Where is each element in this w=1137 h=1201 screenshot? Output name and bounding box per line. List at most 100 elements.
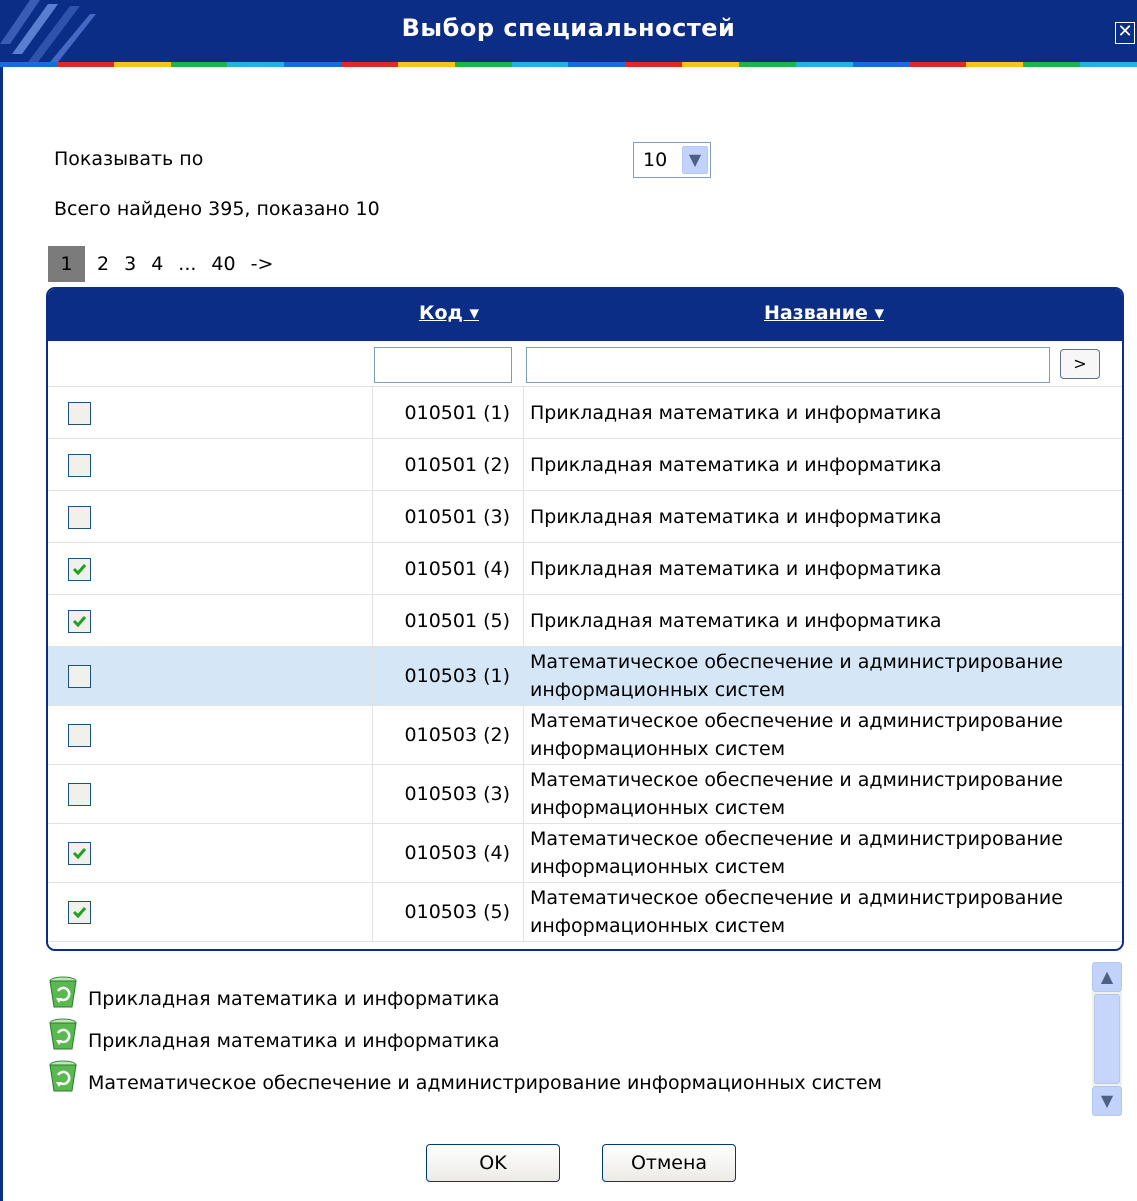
title-color-stripe bbox=[0, 62, 1137, 67]
checkbox-checked[interactable] bbox=[68, 842, 91, 865]
name-cell: Математическое обеспечение и администрир… bbox=[530, 769, 1063, 819]
page-link[interactable]: 3 bbox=[124, 253, 136, 275]
column-divider bbox=[523, 491, 524, 542]
column-divider bbox=[372, 595, 373, 646]
selected-list: Прикладная математика и информатика Прикл… bbox=[46, 968, 1086, 1118]
page-link-last[interactable]: 40 bbox=[211, 253, 235, 275]
table-row[interactable]: 010503 (5) Математическое обеспечение и а… bbox=[48, 883, 1122, 942]
code-cell: 010503 (2) bbox=[404, 724, 510, 746]
column-divider bbox=[372, 824, 373, 882]
selected-item-label: Прикладная математика и информатика bbox=[88, 988, 500, 1010]
column-divider bbox=[523, 824, 524, 882]
checkmark-icon bbox=[72, 848, 87, 860]
name-cell: Прикладная математика и информатика bbox=[530, 557, 942, 580]
table-row[interactable]: 010501 (3) Прикладная математика и информ… bbox=[48, 491, 1122, 543]
page-ellipsis: ... bbox=[178, 253, 197, 275]
code-filter-input[interactable] bbox=[374, 347, 512, 383]
page-link[interactable]: 2 bbox=[97, 253, 109, 275]
code-cell: 010501 (2) bbox=[404, 453, 510, 476]
page-next[interactable]: -> bbox=[251, 253, 274, 275]
page-size-label: Показывать по bbox=[54, 148, 204, 170]
code-cell: 010503 (1) bbox=[404, 665, 510, 687]
checkbox-checked[interactable] bbox=[68, 557, 91, 581]
code-cell: 010501 (1) bbox=[404, 401, 510, 424]
selected-item-label: Математическое обеспечение и администрир… bbox=[88, 1072, 882, 1094]
name-cell: Прикладная математика и информатика bbox=[530, 401, 942, 424]
scroll-up-icon[interactable]: ▲ bbox=[1092, 962, 1122, 992]
apply-filter-button[interactable]: > bbox=[1060, 349, 1100, 379]
name-cell: Математическое обеспечение и администрир… bbox=[530, 887, 1063, 937]
specialties-table: Код ▾ Название ▾ > 010501 (1) Прикладная … bbox=[46, 287, 1124, 951]
checkmark-icon bbox=[72, 615, 87, 627]
code-cell: 010501 (3) bbox=[404, 505, 510, 528]
code-cell: 010503 (4) bbox=[404, 842, 510, 864]
dialog-left-border bbox=[0, 67, 3, 1201]
close-button[interactable]: ✕ bbox=[1115, 22, 1135, 44]
column-divider bbox=[372, 883, 373, 941]
cancel-button[interactable]: Отмена bbox=[602, 1144, 736, 1182]
column-divider bbox=[372, 439, 373, 490]
name-cell: Математическое обеспечение и администрир… bbox=[530, 710, 1063, 760]
table-header: Код ▾ Название ▾ bbox=[48, 289, 1122, 341]
column-divider bbox=[372, 706, 373, 764]
checkbox[interactable] bbox=[68, 505, 91, 529]
column-divider bbox=[372, 387, 373, 438]
selected-list-scrollbar[interactable]: ▲ ▼ bbox=[1092, 962, 1122, 1120]
page-size-select[interactable]: 10 ▼ bbox=[633, 142, 711, 178]
table-row[interactable]: 010501 (1) Прикладная математика и информ… bbox=[48, 387, 1122, 439]
selected-item: Математическое обеспечение и администрир… bbox=[46, 1054, 882, 1094]
ok-button[interactable]: OK bbox=[426, 1144, 560, 1182]
code-cell: 010501 (4) bbox=[404, 557, 510, 580]
table-row[interactable]: 010501 (2) Прикладная математика и информ… bbox=[48, 439, 1122, 491]
sort-by-name[interactable]: Название ▾ bbox=[524, 302, 1122, 324]
pagination: 1 2 3 4 ... 40 -> bbox=[48, 246, 288, 282]
column-divider bbox=[523, 387, 524, 438]
checkbox-checked[interactable] bbox=[68, 609, 91, 633]
checkbox[interactable] bbox=[68, 665, 91, 688]
table-body: 010501 (1) Прикладная математика и информ… bbox=[48, 387, 1122, 942]
sort-by-code[interactable]: Код ▾ bbox=[374, 302, 524, 324]
table-row[interactable]: 010503 (1) Математическое обеспечение и а… bbox=[48, 647, 1122, 706]
checkbox-checked[interactable] bbox=[68, 901, 91, 924]
page-size-value: 10 bbox=[643, 149, 668, 171]
table-row[interactable]: 010501 (4) Прикладная математика и информ… bbox=[48, 543, 1122, 595]
column-divider bbox=[523, 595, 524, 646]
checkbox[interactable] bbox=[68, 401, 91, 425]
table-row[interactable]: 010501 (5) Прикладная математика и информ… bbox=[48, 595, 1122, 647]
name-cell: Математическое обеспечение и администрир… bbox=[530, 651, 1063, 701]
name-cell: Прикладная математика и информатика bbox=[530, 609, 942, 632]
recycle-bin-icon[interactable] bbox=[46, 1058, 80, 1094]
selected-item: Прикладная математика и информатика bbox=[46, 970, 500, 1010]
column-divider bbox=[523, 647, 524, 705]
table-row[interactable]: 010503 (3) Математическое обеспечение и а… bbox=[48, 765, 1122, 824]
table-row[interactable]: 010503 (4) Математическое обеспечение и а… bbox=[48, 824, 1122, 883]
code-cell: 010503 (5) bbox=[404, 901, 510, 923]
checkmark-icon bbox=[72, 907, 87, 919]
checkbox[interactable] bbox=[68, 724, 91, 747]
recycle-bin-icon[interactable] bbox=[46, 1016, 80, 1052]
dialog-titlebar: Выбор специальностей ✕ bbox=[0, 0, 1137, 62]
checkmark-icon bbox=[72, 563, 87, 575]
column-divider bbox=[523, 765, 524, 823]
selected-item: Прикладная математика и информатика bbox=[46, 1012, 500, 1052]
scroll-down-icon[interactable]: ▼ bbox=[1092, 1086, 1122, 1116]
name-filter-input[interactable] bbox=[526, 347, 1050, 383]
selected-item-label: Прикладная математика и информатика bbox=[88, 1030, 500, 1052]
checkbox[interactable] bbox=[68, 783, 91, 806]
column-divider bbox=[372, 491, 373, 542]
column-divider bbox=[372, 647, 373, 705]
results-count: Всего найдено 395, показано 10 bbox=[54, 198, 380, 220]
name-cell: Математическое обеспечение и администрир… bbox=[530, 828, 1063, 878]
code-cell: 010501 (5) bbox=[404, 609, 510, 632]
page-link[interactable]: 4 bbox=[151, 253, 163, 275]
column-divider bbox=[523, 706, 524, 764]
table-row[interactable]: 010503 (2) Математическое обеспечение и а… bbox=[48, 706, 1122, 765]
name-cell: Прикладная математика и информатика bbox=[530, 505, 942, 528]
recycle-bin-icon[interactable] bbox=[46, 974, 80, 1010]
column-divider bbox=[523, 543, 524, 594]
page-current: 1 bbox=[48, 246, 85, 282]
chevron-down-icon[interactable]: ▼ bbox=[682, 146, 708, 174]
column-divider bbox=[372, 543, 373, 594]
checkbox[interactable] bbox=[68, 453, 91, 477]
scroll-thumb[interactable] bbox=[1094, 994, 1120, 1084]
